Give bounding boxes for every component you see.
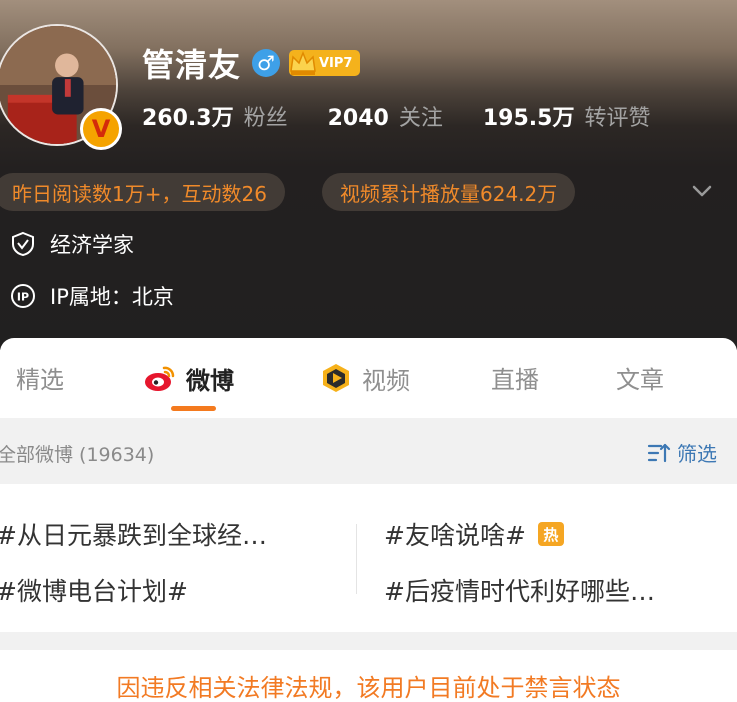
- tab-articles[interactable]: 文章: [616, 360, 664, 395]
- vip-badge[interactable]: VIP7: [287, 47, 361, 79]
- video-views-pill[interactable]: 视频累计播放量624.2万: [322, 173, 576, 211]
- tab-live[interactable]: 直播: [491, 360, 539, 395]
- hot-badge: 热: [537, 522, 564, 546]
- verification-title: 经济学家: [50, 233, 134, 257]
- all-posts-count: 全部微博 (19634): [0, 444, 155, 466]
- profile-name: 管清友: [142, 46, 242, 84]
- male-gender-icon: ♂: [252, 49, 280, 77]
- verified-badge-icon: V: [80, 108, 122, 150]
- profile-tabs: 精选 微博 视频 直播 文章: [0, 338, 737, 418]
- topic-item[interactable]: #微博电台计划#: [0, 572, 188, 608]
- tab-video[interactable]: 视频: [318, 360, 410, 396]
- tab-featured[interactable]: 精选: [16, 360, 64, 395]
- active-tab-indicator: [171, 406, 216, 411]
- ip-location-icon: IP: [11, 284, 35, 308]
- filter-button[interactable]: 筛选: [647, 438, 717, 467]
- ip-location-row: IP IP属地：北京: [10, 281, 174, 311]
- notice-area: 因违反相关法律法规，该用户目前处于禁言状态: [0, 650, 737, 702]
- topic-list: #从日元暴跌到全球经… #友啥说啥# 热 #微博电台计划# #后疫情时代利好哪些…: [0, 484, 737, 632]
- tab-weibo[interactable]: 微博: [142, 360, 234, 396]
- profile-header: V 管清友 ♂ VIP7 260.3万 粉丝 2040 关注 195.5万 转评…: [0, 0, 737, 350]
- crown-icon: [287, 47, 319, 79]
- followers-stat[interactable]: 260.3万 粉丝: [142, 100, 288, 132]
- banned-notice: 因违反相关法律法规，该用户目前处于禁言状态: [116, 674, 621, 702]
- feed-filter-bar: 全部微博 (19634) 筛选: [0, 418, 737, 484]
- reposts-label: 转评赞: [584, 106, 651, 131]
- topic-item[interactable]: #从日元暴跌到全球经…: [0, 516, 267, 552]
- reading-stats-pill[interactable]: 昨日阅读数1万+，互动数26: [0, 173, 285, 211]
- video-icon: [323, 364, 349, 392]
- followers-label: 粉丝: [243, 106, 288, 131]
- verification-row: 经济学家: [10, 229, 134, 259]
- following-label: 关注: [398, 106, 443, 131]
- profile-stats: 260.3万 粉丝 2040 关注 195.5万 转评赞: [142, 100, 690, 132]
- chevron-down-icon[interactable]: [689, 178, 715, 204]
- following-count: 2040: [327, 106, 389, 131]
- reposts-count: 195.5万: [482, 106, 575, 131]
- topic-divider: [356, 524, 357, 594]
- svg-text:IP: IP: [17, 291, 29, 304]
- reposts-stat[interactable]: 195.5万 转评赞: [483, 100, 651, 132]
- followers-count: 260.3万: [142, 106, 234, 131]
- ip-location-text: IP属地：北京: [50, 285, 174, 309]
- following-stat[interactable]: 2040 关注: [328, 100, 443, 132]
- filter-label: 筛选: [677, 442, 717, 466]
- shield-check-icon: [12, 231, 34, 257]
- topic-item[interactable]: #友啥说啥# 热: [384, 516, 564, 552]
- filter-icon: [647, 443, 671, 462]
- vip-label: VIP7: [319, 55, 353, 71]
- topic-item[interactable]: #后疫情时代利好哪些…: [384, 572, 655, 608]
- weibo-icon: [145, 366, 175, 391]
